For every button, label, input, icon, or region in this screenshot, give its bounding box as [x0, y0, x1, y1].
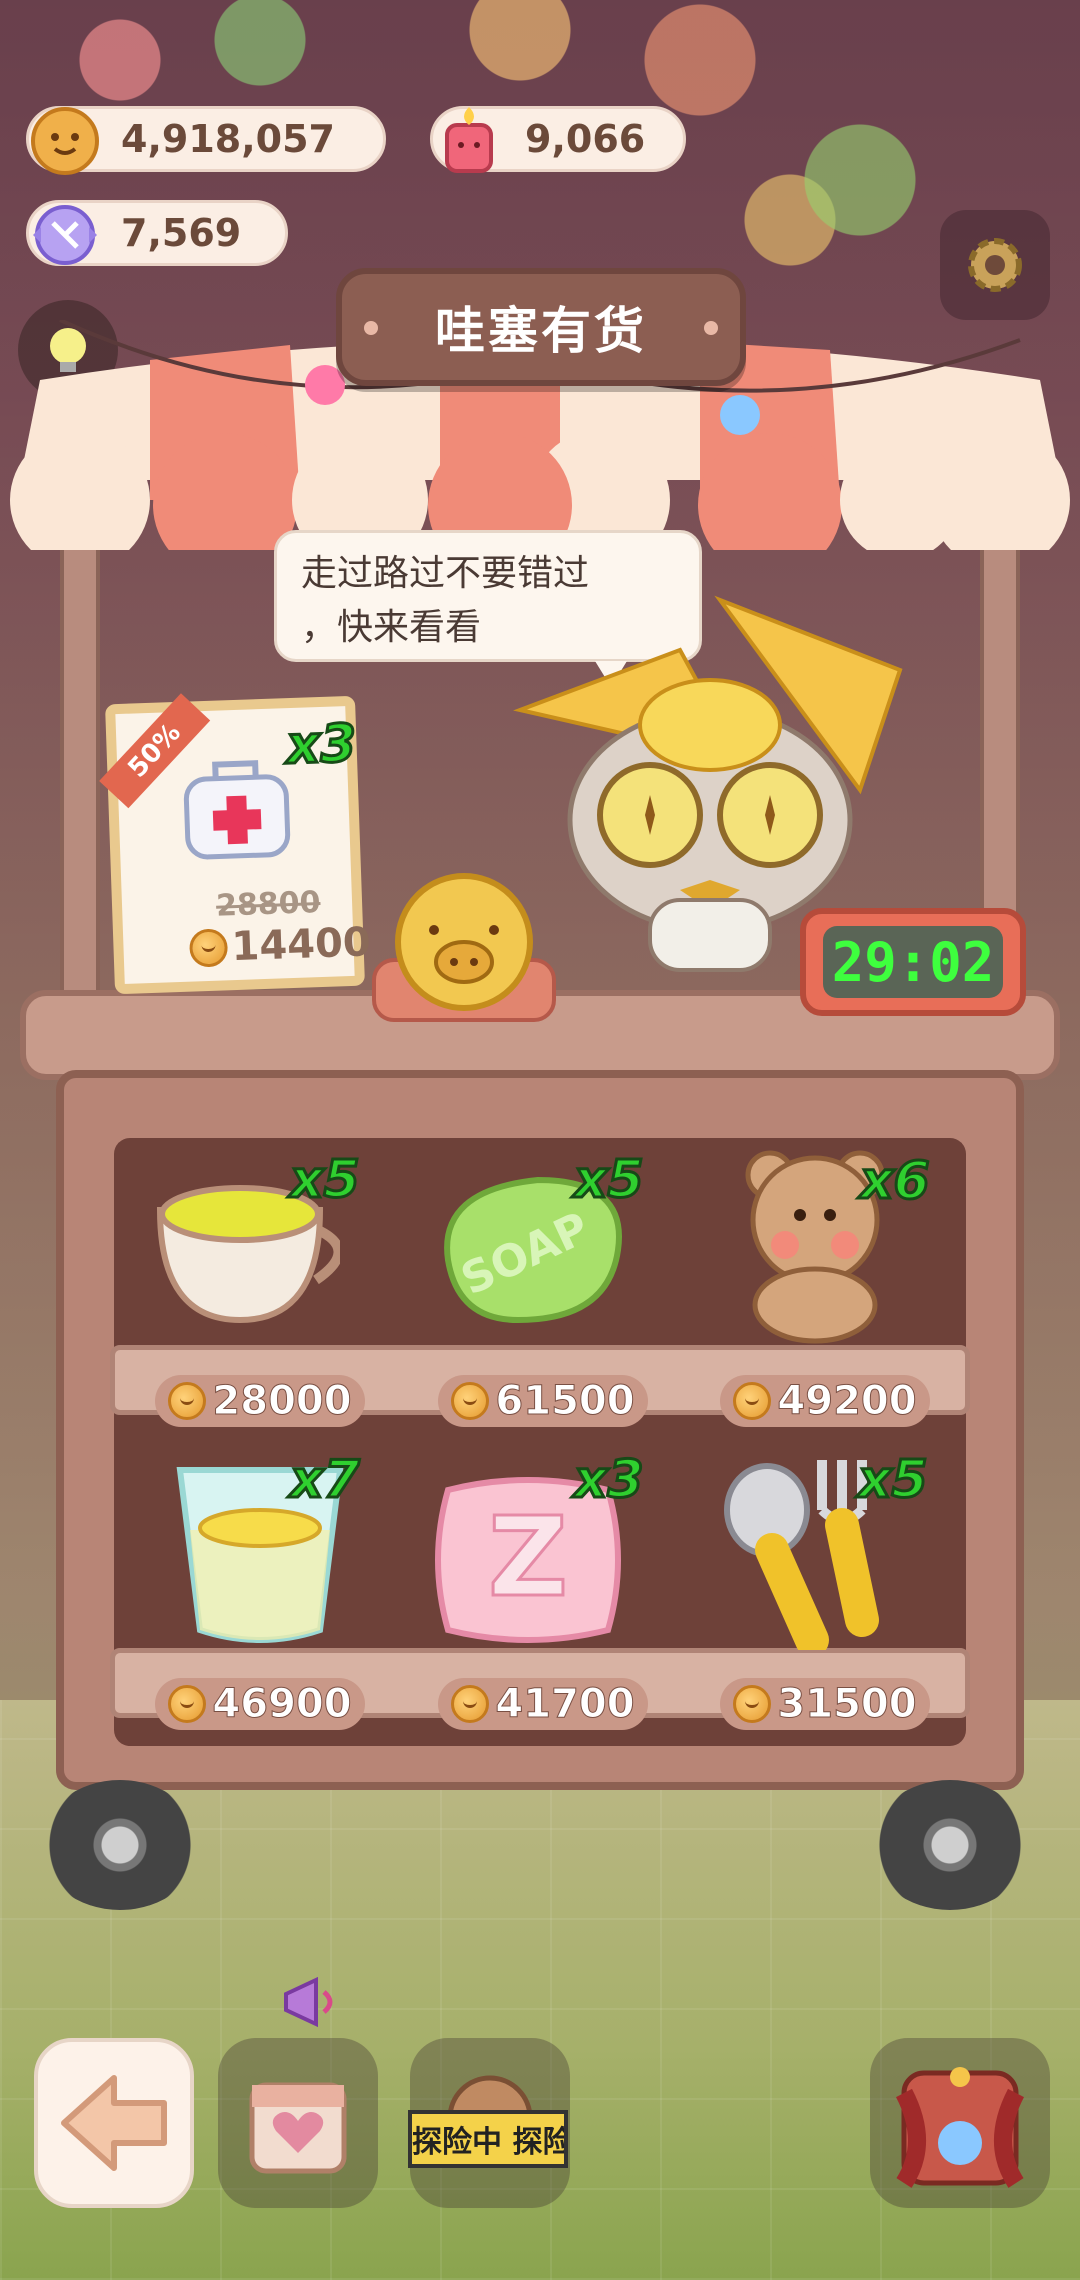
first-aid-kit-icon: [183, 760, 291, 860]
price-tag-pillow[interactable]: 41700: [438, 1678, 648, 1730]
settings-button[interactable]: [940, 210, 1050, 320]
item-price: 61500: [495, 1378, 635, 1425]
megaphone-icon[interactable]: [276, 1972, 346, 2032]
item-quantity: x5: [857, 1449, 930, 1512]
back-button[interactable]: [34, 2038, 194, 2208]
candle-counter[interactable]: 9,066: [430, 106, 686, 173]
shop-post-left: [60, 520, 100, 1040]
wheel-left: [40, 1780, 200, 1910]
shop-item-teddy-bear[interactable]: x6: [710, 1145, 931, 1345]
item-quantity: x6: [859, 1150, 932, 1213]
item-price: 31500: [777, 1681, 917, 1728]
piggy-bank-icon[interactable]: [364, 870, 564, 1030]
item-quantity: x3: [573, 1449, 646, 1512]
price-tag-soap[interactable]: 61500: [438, 1375, 648, 1427]
restock-timer: 29:02: [800, 908, 1026, 1016]
candle-icon: [445, 107, 493, 173]
featured-old-price: 28800: [215, 885, 322, 924]
crystal-count: 7,569: [121, 211, 242, 255]
shop-title-sign: 哇塞有货: [336, 268, 746, 386]
shop-title: 哇塞有货: [435, 302, 647, 360]
cookie-coin-icon: [733, 1382, 772, 1420]
shop-item-soap[interactable]: SOAP x5: [428, 1149, 645, 1350]
cookie-counter[interactable]: 4,918,057: [26, 106, 386, 175]
crystal-counter[interactable]: 7,569: [26, 200, 288, 266]
candle-count: 9,066: [525, 117, 646, 161]
featured-quantity: x3: [284, 712, 359, 777]
cookie-icon: [31, 107, 99, 175]
item-price: 41700: [495, 1681, 635, 1728]
item-quantity: x5: [289, 1149, 362, 1212]
item-price: 28000: [212, 1378, 352, 1425]
item-quantity: x7: [289, 1449, 362, 1512]
cookie-coin-icon: [451, 1382, 490, 1420]
theater-button[interactable]: [870, 2038, 1050, 2208]
gear-icon: [968, 238, 1022, 292]
shop-item-pillow[interactable]: Z x3: [428, 1449, 645, 1660]
calendar-button[interactable]: [218, 2038, 378, 2208]
calendar-heart-icon: [249, 2082, 347, 2174]
crystal-candy-icon: [33, 205, 97, 265]
wheel-right: [870, 1780, 1030, 1910]
timer-value: 29:02: [823, 926, 1003, 998]
back-arrow-icon: [61, 2075, 167, 2171]
cookie-coin-icon: [733, 1685, 772, 1723]
shop-item-lemon-water[interactable]: x7: [160, 1449, 362, 1650]
cookie-coin-icon: [188, 928, 229, 968]
item-price: 49200: [777, 1378, 917, 1425]
price-tag-teddy-bear[interactable]: 49200: [720, 1375, 930, 1427]
price-tag-tea-cup[interactable]: 28000: [155, 1375, 365, 1427]
featured-item-sign[interactable]: 50% x3 28800 14400: [99, 693, 371, 995]
price-tag-spoon-fork[interactable]: 31500: [720, 1678, 930, 1730]
item-price: 46900: [212, 1681, 352, 1728]
cookie-count: 4,918,057: [121, 117, 335, 161]
item-quantity: x5: [573, 1149, 646, 1212]
theater-stage-icon: [895, 2067, 1025, 2188]
exploring-tape: 探险中 探险: [408, 2110, 568, 2168]
cookie-coin-icon: [168, 1382, 207, 1420]
shop-item-spoon-fork[interactable]: x5: [712, 1449, 929, 1657]
cookie-coin-icon: [168, 1685, 207, 1723]
featured-price[interactable]: 14400: [188, 919, 372, 971]
pillow-label: Z: [488, 1493, 568, 1621]
cookie-coin-icon: [451, 1685, 490, 1723]
shop-item-tea-cup[interactable]: x5: [140, 1149, 361, 1350]
featured-price-value: 14400: [230, 919, 372, 971]
price-tag-lemon-water[interactable]: 46900: [155, 1678, 365, 1730]
exploring-tape-text: 探险中 探险: [412, 2125, 568, 2160]
